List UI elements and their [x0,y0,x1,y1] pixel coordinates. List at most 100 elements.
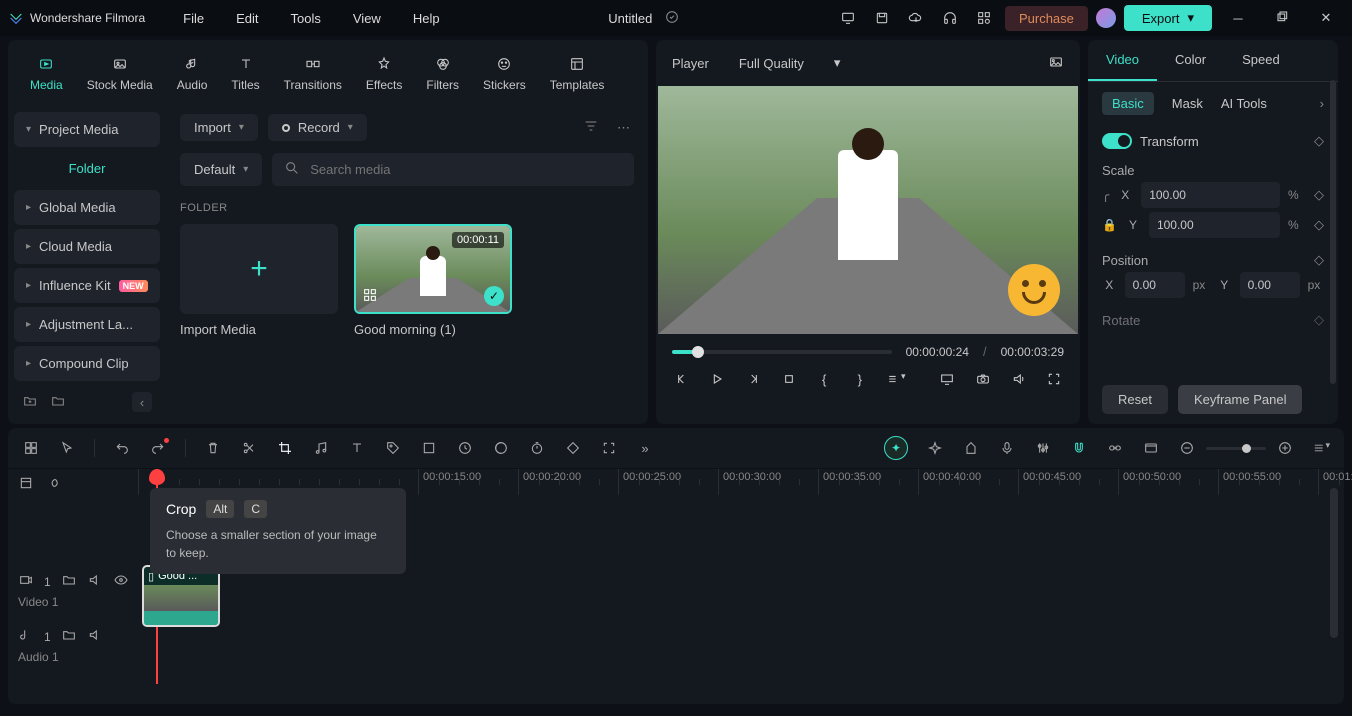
display-icon[interactable] [938,371,958,387]
menu-view[interactable]: View [339,5,395,32]
inspector-tab-color[interactable]: Color [1157,40,1224,81]
prev-frame-button[interactable] [672,371,692,387]
render-icon[interactable] [1142,440,1160,456]
seek-bar[interactable]: 00:00:00:24 / 00:00:03:29 [672,344,1064,359]
magnet-icon[interactable] [1070,440,1088,456]
scale-x-input[interactable] [1141,182,1280,208]
timeline-clip[interactable]: ▯Good ... [142,565,220,627]
sparkle-icon[interactable] [926,440,944,456]
tab-media[interactable]: Media [20,48,73,98]
keyframe-icon[interactable] [564,440,582,456]
inspector-scrollbar[interactable] [1330,80,1336,384]
seek-thumb[interactable] [692,346,704,358]
quality-dropdown[interactable]: Full Quality▾ [729,50,851,76]
inspector-tab-video[interactable]: Video [1088,40,1157,81]
more-tools-icon[interactable]: » [636,441,654,456]
keyframe-diamond-icon[interactable]: ◇ [1314,187,1324,203]
track-view-icon[interactable]: ▾ [1312,440,1330,456]
subtab-ai-tools[interactable]: AI Tools [1221,96,1267,111]
timeline-scrollbar[interactable] [1330,488,1338,638]
play-button[interactable] [708,371,728,387]
tab-titles[interactable]: Titles [221,48,269,98]
subtab-more-icon[interactable]: › [1320,96,1324,111]
headphones-icon[interactable] [937,5,963,31]
stop-button[interactable] [779,371,799,387]
timeline-options-icon[interactable] [18,475,34,494]
folder-icon[interactable] [61,572,77,591]
tab-filters[interactable]: Filters [416,48,469,98]
mixer-icon[interactable] [1034,440,1052,456]
zoom-slider[interactable] [1206,447,1266,450]
layout-icon[interactable] [22,440,40,456]
next-frame-button[interactable] [743,371,763,387]
sidebar-global-media[interactable]: ▸Global Media [14,190,160,225]
video-preview[interactable] [658,86,1078,334]
sidebar-project-media[interactable]: ▾Project Media [14,112,160,147]
tab-effects[interactable]: Effects [356,48,412,98]
cursor-icon[interactable] [58,440,76,456]
close-button[interactable]: ✕ [1308,0,1344,36]
reset-button[interactable]: Reset [1102,385,1168,414]
link-icon[interactable] [1106,440,1124,456]
tab-audio[interactable]: Audio [167,48,218,98]
minimize-button[interactable]: ─ [1220,0,1256,36]
collapse-sidebar-button[interactable]: ‹ [132,392,152,412]
folder-icon[interactable] [50,393,66,412]
zoom-in-icon[interactable] [1276,440,1294,456]
snapshot-icon[interactable] [1048,54,1064,73]
camera-icon[interactable] [973,371,993,387]
keyframe-panel-button[interactable]: Keyframe Panel [1178,385,1303,414]
music-beat-icon[interactable] [312,440,330,456]
keyframe-diamond-icon[interactable]: ◇ [1314,133,1324,149]
folder-icon[interactable] [61,627,77,646]
menu-file[interactable]: File [169,5,218,32]
new-folder-icon[interactable] [22,393,38,412]
video-track-header[interactable]: 1 [18,568,128,595]
subtab-mask[interactable]: Mask [1172,96,1203,111]
marker-icon[interactable] [962,440,980,456]
split-icon[interactable] [240,440,258,456]
transform-toggle[interactable] [1102,133,1132,149]
menu-help[interactable]: Help [399,5,454,32]
export-button[interactable]: Export▾ [1124,5,1212,31]
tab-stickers[interactable]: Stickers [473,48,536,98]
tab-templates[interactable]: Templates [540,48,615,98]
tag-icon[interactable] [384,440,402,456]
audio-track-header[interactable]: 1 [18,623,128,650]
record-button[interactable]: Record▾ [268,114,367,141]
maximize-button[interactable] [1264,0,1300,36]
import-media-tile[interactable]: + Import Media [180,224,338,337]
monitor-icon[interactable] [835,5,861,31]
playback-options-icon[interactable]: ▾ [886,371,906,387]
mute-icon[interactable] [87,572,103,591]
tab-stock-media[interactable]: Stock Media [77,48,163,98]
text-icon[interactable] [348,440,366,456]
crop-ratio-icon[interactable] [420,440,438,456]
crop-icon[interactable] [276,440,294,456]
sidebar-folder[interactable]: Folder [14,151,160,186]
mark-out-button[interactable]: } [850,372,870,387]
fullscreen-icon[interactable] [1044,371,1064,387]
visibility-icon[interactable] [113,572,129,591]
sidebar-influence-kit[interactable]: ▸Influence KitNEW [14,268,160,303]
save-icon[interactable] [869,5,895,31]
sidebar-compound-clip[interactable]: ▸Compound Clip [14,346,160,381]
cloud-download-icon[interactable] [903,5,929,31]
redo-icon[interactable] [149,440,167,456]
sidebar-cloud-media[interactable]: ▸Cloud Media [14,229,160,264]
media-clip-tile[interactable]: 00:00:11 ✓ Good morning (1) [354,224,512,337]
undo-icon[interactable] [113,440,131,456]
search-input[interactable] [272,153,634,186]
focus-icon[interactable] [600,440,618,456]
mic-icon[interactable] [998,440,1016,456]
scale-y-input[interactable] [1149,212,1280,238]
mute-icon[interactable] [87,627,103,646]
menu-edit[interactable]: Edit [222,5,272,32]
cloud-sync-icon[interactable] [664,9,680,28]
sort-dropdown[interactable]: Default▾ [180,153,262,186]
import-button[interactable]: Import▾ [180,114,258,141]
purchase-button[interactable]: Purchase [1005,6,1088,31]
inspector-tab-speed[interactable]: Speed [1224,40,1298,81]
mark-in-button[interactable]: { [814,372,834,387]
filter-icon[interactable] [579,114,603,141]
